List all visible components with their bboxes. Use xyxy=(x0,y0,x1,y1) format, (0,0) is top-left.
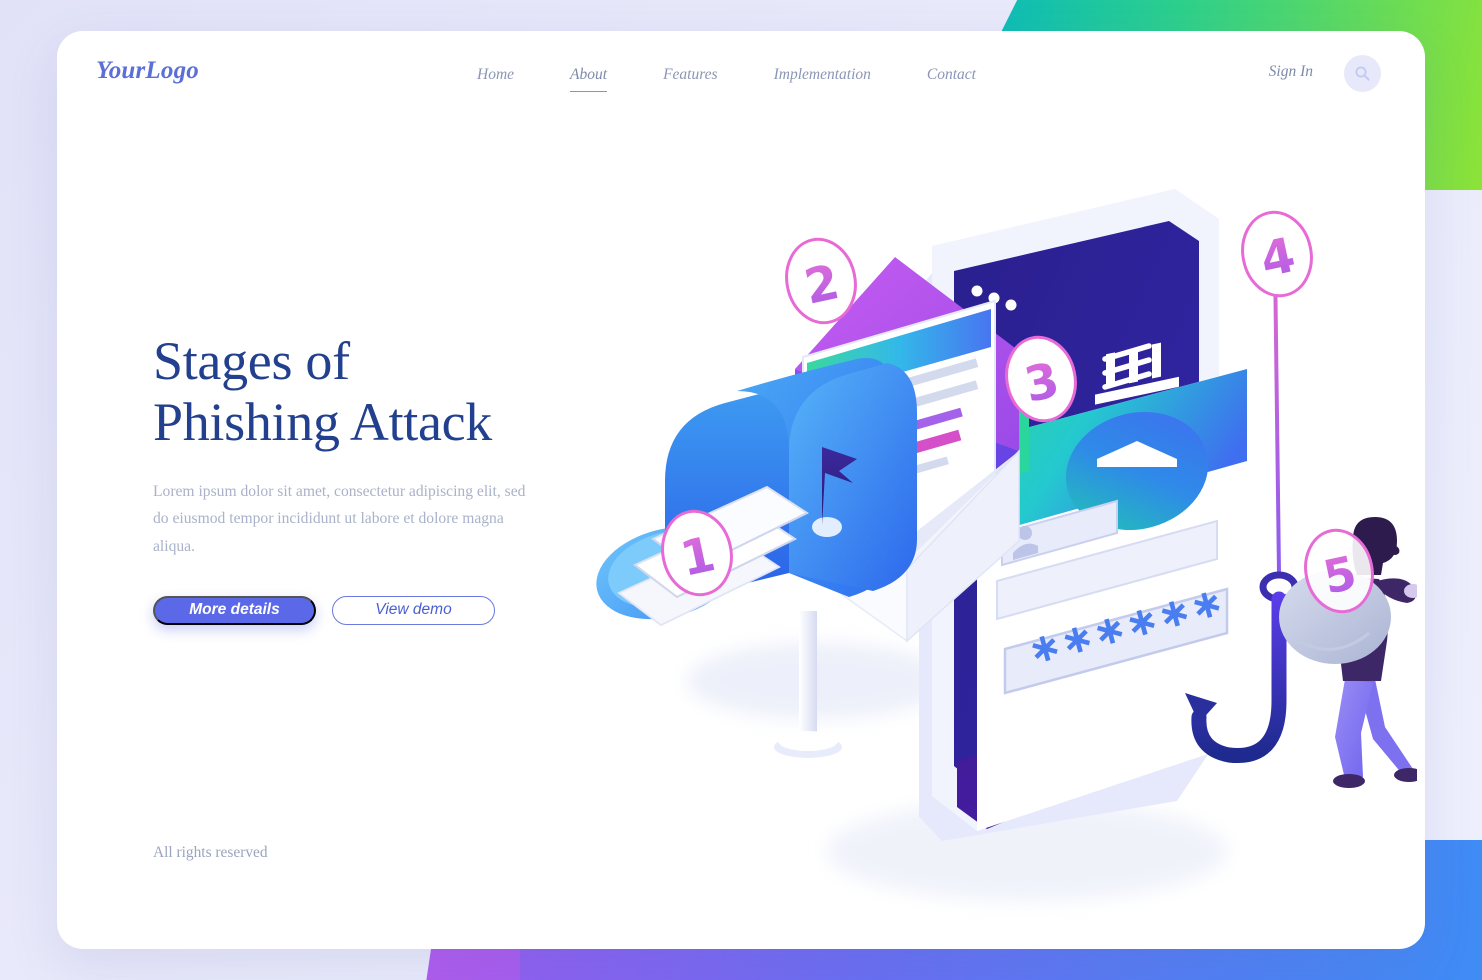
phishing-illustration: ∗∗∗∗∗∗ 1 2 3 4 5 xyxy=(557,141,1417,941)
phishing-illustration-svg: ∗∗∗∗∗∗ 1 2 3 4 5 xyxy=(596,189,1417,901)
thief-front-shoe xyxy=(1333,774,1365,788)
thief-front-leg xyxy=(1335,679,1373,779)
page-title: Stages of Phishing Attack xyxy=(153,331,613,453)
thief-back-shoe xyxy=(1394,768,1417,782)
stage-badge-4[interactable]: 4 xyxy=(1235,206,1319,302)
landing-page-card: YourLogo Home About Features Implementat… xyxy=(57,31,1425,949)
nav-item-about[interactable]: About xyxy=(570,62,608,93)
mailbox-post xyxy=(799,611,817,741)
hero-button-row: More details View demo xyxy=(153,595,613,625)
main-navigation: Home About Features Implementation Conta… xyxy=(477,62,976,93)
nav-item-contact[interactable]: Contact xyxy=(927,62,976,88)
nav-item-features[interactable]: Features xyxy=(663,62,718,88)
more-details-button[interactable]: More details xyxy=(153,595,316,625)
hero-section: Stages of Phishing Attack Lorem ipsum do… xyxy=(153,331,613,625)
mailbox-front xyxy=(789,363,917,591)
view-demo-button[interactable]: View demo xyxy=(332,595,495,625)
site-header: YourLogo Home About Features Implementat… xyxy=(57,31,1425,123)
page-title-line-2: Phishing Attack xyxy=(153,392,493,453)
page-title-line-1: Stages of xyxy=(153,331,350,391)
sign-in-link[interactable]: Sign In xyxy=(1269,63,1313,81)
fishing-line xyxy=(1273,258,1281,574)
search-icon xyxy=(1355,66,1370,81)
site-logo[interactable]: YourLogo xyxy=(96,57,199,85)
mailbox-post-cap xyxy=(778,731,838,751)
hero-paragraph: Lorem ipsum dolor sit amet, consectetur … xyxy=(153,483,526,555)
nav-item-home[interactable]: Home xyxy=(477,62,514,88)
nav-item-implementation[interactable]: Implementation xyxy=(774,62,871,88)
copyright-text: All rights reserved xyxy=(153,844,268,861)
search-button[interactable] xyxy=(1344,55,1381,92)
